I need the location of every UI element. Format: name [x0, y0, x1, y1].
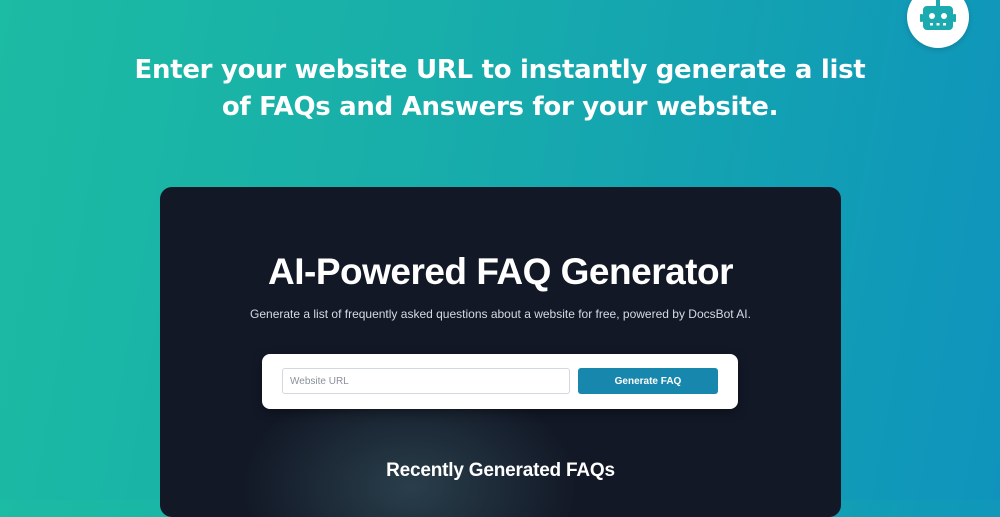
card-subtitle: Generate a list of frequently asked ques… [250, 307, 751, 321]
docsbot-avatar-button[interactable] [907, 0, 969, 48]
url-form: Generate FAQ [262, 354, 738, 409]
hero-headline-line-2: of FAQs and Answers for your website. [221, 92, 779, 122]
hero-headline-line-1: Enter your website URL to instantly gene… [134, 55, 866, 85]
generate-faq-button[interactable]: Generate FAQ [578, 368, 718, 394]
robot-icon [920, 0, 956, 30]
website-url-input[interactable] [282, 368, 570, 394]
recently-generated-heading: Recently Generated FAQs [386, 460, 615, 481]
card-title: AI-Powered FAQ Generator [268, 251, 734, 292]
faq-generator-card: AI-Powered FAQ Generator Generate a list… [160, 187, 841, 517]
hero-headline: Enter your website URL to instantly gene… [100, 52, 900, 126]
